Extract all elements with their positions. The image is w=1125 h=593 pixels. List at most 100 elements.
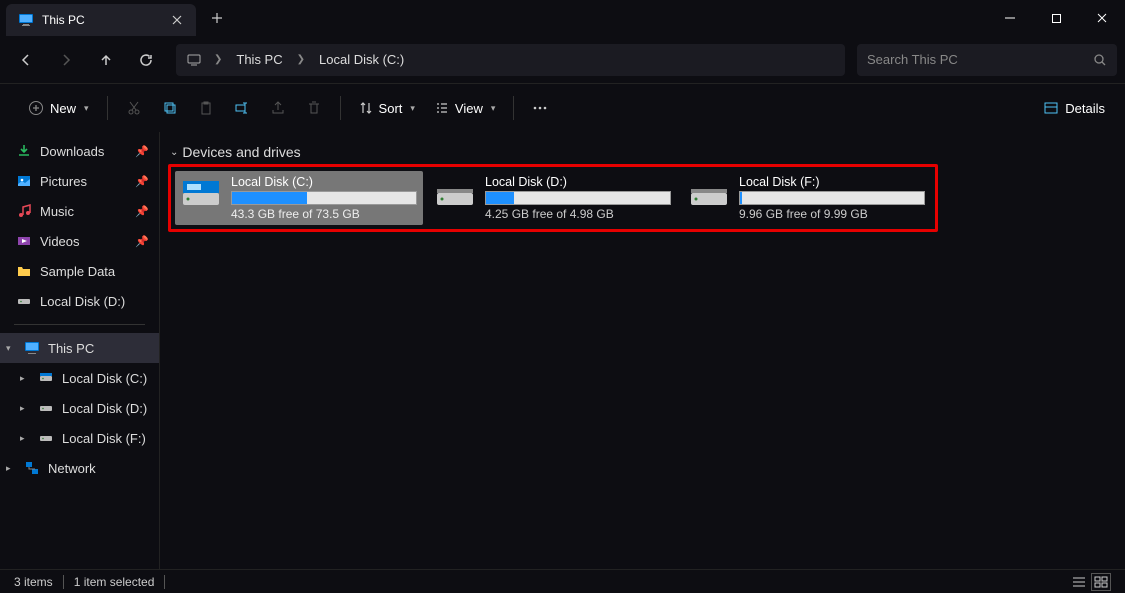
sidebar-item-downloads[interactable]: Downloads 📌: [0, 136, 159, 166]
chevron-right-icon[interactable]: ▸: [20, 373, 30, 384]
chevron-down-icon: ▾: [84, 103, 89, 114]
forward-button[interactable]: [48, 42, 84, 78]
view-mode-switcher: [1069, 573, 1111, 591]
more-button[interactable]: [524, 92, 556, 124]
drive-local-disk-f[interactable]: Local Disk (F:) 9.96 GB free of 9.99 GB: [683, 171, 931, 225]
drive-icon: [38, 430, 54, 446]
toolbar: New ▾ Sort ▾ View ▾ Details: [0, 84, 1125, 132]
folder-icon: [16, 263, 32, 279]
chevron-right-icon[interactable]: ❯: [291, 54, 311, 65]
status-bar: 3 items 1 item selected: [0, 569, 1125, 593]
chevron-right-icon[interactable]: ❯: [208, 54, 228, 65]
new-tab-button[interactable]: [202, 3, 232, 33]
sidebar-label: Videos: [40, 234, 80, 249]
window-controls: [987, 0, 1125, 36]
sidebar-item-local-disk-f[interactable]: ▸ Local Disk (F:): [0, 423, 159, 453]
drive-info: Local Disk (D:) 4.25 GB free of 4.98 GB: [485, 175, 671, 221]
sidebar-item-local-disk-c[interactable]: ▸Local Disk (C:): [0, 363, 159, 393]
separator: [340, 96, 341, 120]
drive-icon: [689, 175, 729, 215]
sort-button[interactable]: Sort ▾: [351, 92, 423, 124]
sidebar-item-sample-data[interactable]: Sample Data: [0, 256, 159, 286]
separator: [14, 324, 145, 325]
sidebar-label: Pictures: [40, 174, 87, 189]
breadcrumb[interactable]: ❯ This PC ❯ Local Disk (C:): [176, 44, 845, 76]
sidebar: Downloads 📌 Pictures 📌 Music📌 Videos 📌 Samp…: [0, 132, 160, 569]
chevron-right-icon[interactable]: ▸: [6, 463, 16, 474]
details-button[interactable]: Details: [1043, 100, 1105, 116]
music-icon: [16, 203, 32, 219]
pin-icon: 📌: [135, 235, 149, 248]
drive-fill: [740, 192, 742, 204]
refresh-button[interactable]: [128, 42, 164, 78]
status-item-count: 3 items: [14, 575, 53, 589]
drive-fill: [486, 192, 514, 204]
tab-title: This PC: [42, 13, 162, 27]
pin-icon: 📌: [135, 175, 149, 188]
drive-fill: [232, 192, 307, 204]
sidebar-label: Downloads: [40, 144, 104, 159]
view-button[interactable]: View ▾: [427, 92, 503, 124]
network-icon: [24, 460, 40, 476]
share-button[interactable]: [262, 92, 294, 124]
drive-local-disk-c[interactable]: Local Disk (C:) 43.3 GB free of 73.5 GB: [175, 171, 423, 225]
downloads-icon: [16, 143, 32, 159]
minimize-button[interactable]: [987, 0, 1033, 36]
view-label: View: [455, 101, 483, 116]
breadcrumb-local-disk-c[interactable]: Local Disk (C:): [315, 50, 408, 69]
close-button[interactable]: [1079, 0, 1125, 36]
view-mode-tiles-button[interactable]: [1091, 573, 1111, 591]
separator: [107, 96, 108, 120]
sidebar-label: Local Disk (F:): [62, 431, 146, 446]
drive-local-disk-d[interactable]: Local Disk (D:) 4.25 GB free of 4.98 GB: [429, 171, 677, 225]
search-icon[interactable]: [1093, 53, 1107, 67]
paste-button[interactable]: [190, 92, 222, 124]
sidebar-item-local-disk-d[interactable]: ▸Local Disk (D:): [0, 393, 159, 423]
search-input[interactable]: [867, 52, 1093, 67]
breadcrumb-this-pc[interactable]: This PC: [232, 50, 286, 69]
drive-free-text: 4.25 GB free of 4.98 GB: [485, 207, 671, 221]
tab-this-pc[interactable]: This PC: [6, 4, 196, 36]
tab-close-icon[interactable]: [170, 13, 184, 27]
sidebar-label: This PC: [48, 341, 94, 356]
chevron-right-icon[interactable]: ▸: [20, 433, 30, 444]
chevron-right-icon[interactable]: ▸: [20, 403, 30, 414]
drive-icon: [16, 293, 32, 309]
new-label: New: [50, 101, 76, 116]
drive-capacity-bar: [231, 191, 417, 205]
search-box[interactable]: [857, 44, 1117, 76]
sidebar-label: Sample Data: [40, 264, 115, 279]
sidebar-item-network[interactable]: ▸ Network: [0, 453, 159, 483]
chevron-down-icon[interactable]: ▾: [6, 343, 16, 354]
cut-button[interactable]: [118, 92, 150, 124]
title-bar: This PC: [0, 0, 1125, 36]
sidebar-label: Network: [48, 461, 96, 476]
drive-icon: [181, 175, 221, 215]
sidebar-item-videos[interactable]: Videos 📌: [0, 226, 159, 256]
monitor-icon: [24, 340, 40, 356]
sidebar-item-pictures[interactable]: Pictures 📌: [0, 166, 159, 196]
separator: [513, 96, 514, 120]
group-devices-and-drives[interactable]: ⌄ Devices and drives: [168, 140, 1117, 164]
back-button[interactable]: [8, 42, 44, 78]
main-content: ⌄ Devices and drives Local Disk (C:) 43.…: [160, 132, 1125, 569]
rename-button[interactable]: [226, 92, 258, 124]
drive-icon: [435, 175, 475, 215]
view-mode-details-button[interactable]: [1069, 573, 1089, 591]
drive-icon: [38, 370, 54, 386]
sort-label: Sort: [379, 101, 403, 116]
chevron-down-icon: ▾: [410, 103, 415, 114]
drive-name: Local Disk (D:): [485, 175, 671, 189]
maximize-button[interactable]: [1033, 0, 1079, 36]
copy-button[interactable]: [154, 92, 186, 124]
sidebar-item-this-pc[interactable]: ▾ This PC: [0, 333, 159, 363]
pin-icon: 📌: [135, 145, 149, 158]
delete-button[interactable]: [298, 92, 330, 124]
up-button[interactable]: [88, 42, 124, 78]
new-button[interactable]: New ▾: [20, 92, 97, 124]
sidebar-item-local-disk-d-quick[interactable]: Local Disk (D:): [0, 286, 159, 316]
sidebar-item-music[interactable]: Music📌: [0, 196, 159, 226]
separator: [63, 575, 64, 589]
body: Downloads 📌 Pictures 📌 Music📌 Videos 📌 Samp…: [0, 132, 1125, 569]
drive-name: Local Disk (F:): [739, 175, 925, 189]
